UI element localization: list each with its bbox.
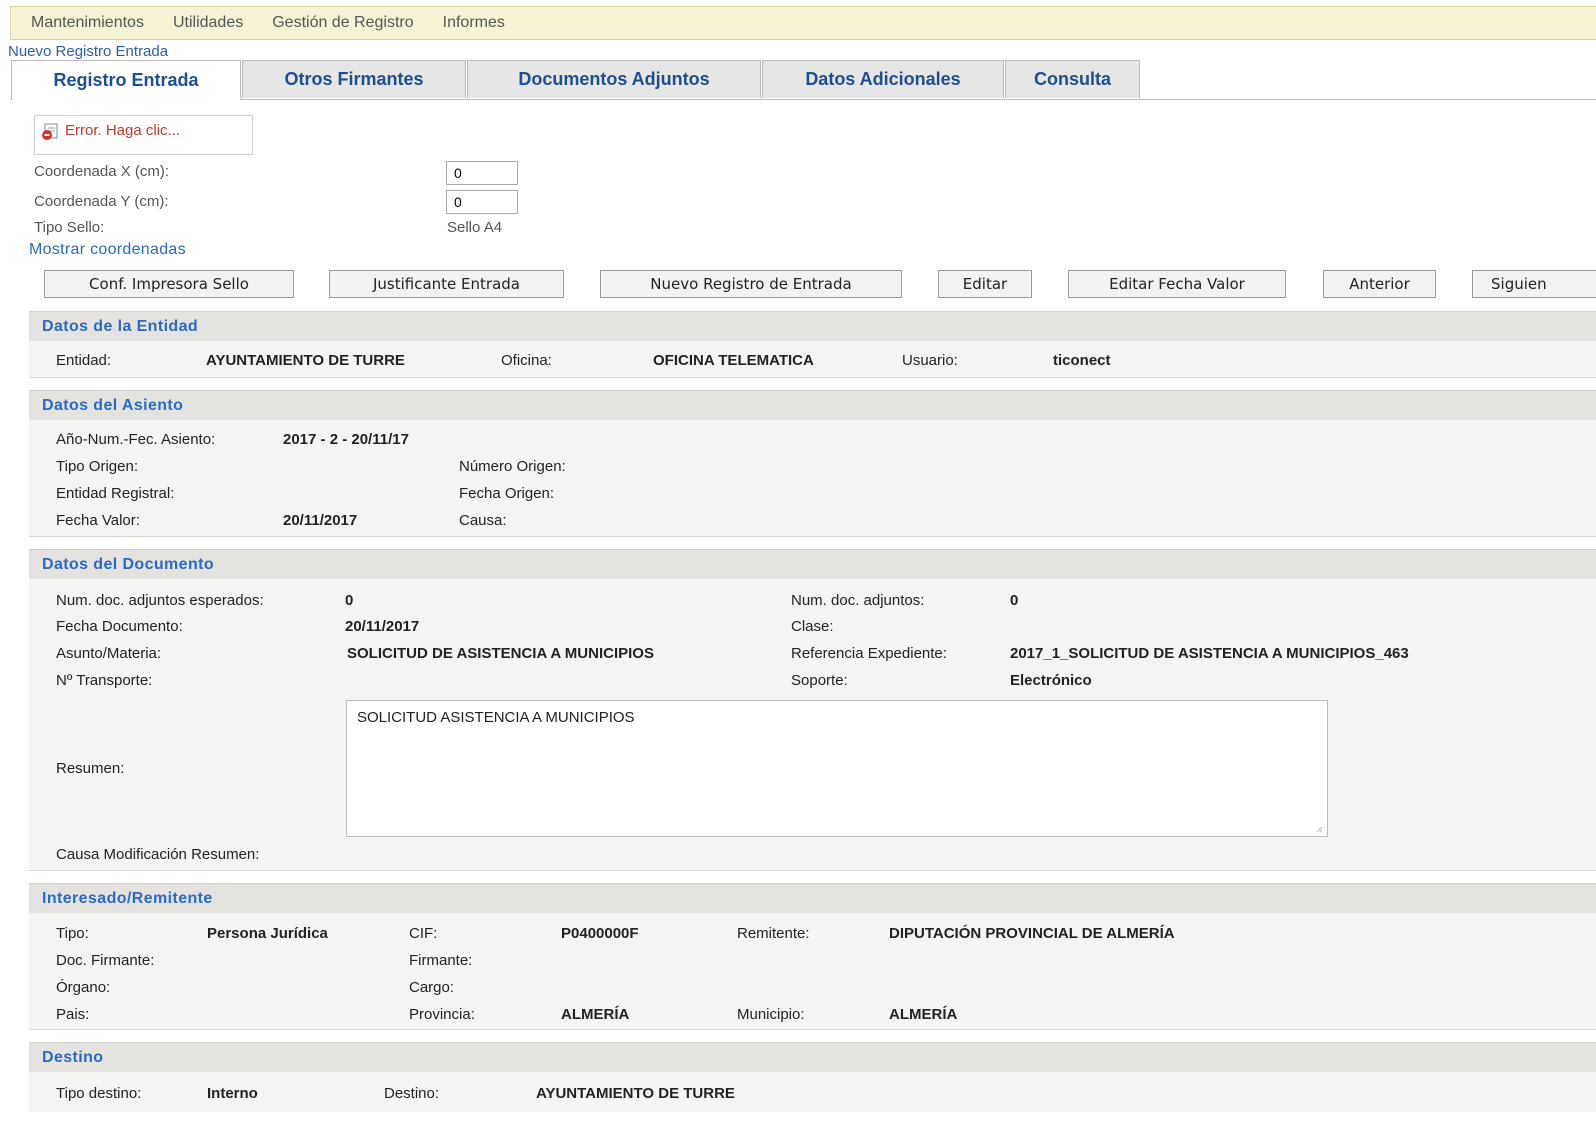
coord-x-input[interactable] [446, 161, 518, 185]
cif-label: CIF: [409, 925, 438, 942]
show-coords-link[interactable]: Mostrar coordenadas [29, 241, 186, 259]
conf-impresora-sello-button[interactable]: Conf. Impresora Sello [44, 270, 294, 298]
entidad-label: Entidad: [56, 352, 112, 369]
section-asiento-header: Datos del Asiento [29, 390, 1596, 420]
clase-label: Clase: [791, 618, 834, 635]
error-text: Error. Haga clic... [65, 122, 181, 139]
nuevo-registro-button[interactable]: Nuevo Registro de Entrada [600, 270, 902, 298]
menu-bar: Mantenimientos Utilidades Gestión de Reg… [10, 6, 1596, 40]
destino-value: AYUNTAMIENTO DE TURRE [536, 1085, 735, 1102]
fecha-valor-label: Fecha Valor: [56, 512, 140, 529]
fecha-documento-label: Fecha Documento: [56, 618, 183, 635]
tipo-destino-label: Tipo destino: [56, 1085, 142, 1102]
section-destino-header: Destino [29, 1042, 1596, 1072]
tipo-interesado-label: Tipo: [56, 925, 89, 942]
anio-label: Año-Num.-Fec. Asiento: [56, 431, 216, 448]
remitente-value: DIPUTACIÓN PROVINCIAL DE ALMERÍA [889, 925, 1175, 942]
provincia-value: ALMERÍA [561, 1006, 630, 1023]
num-adjuntos-value: 0 [1010, 592, 1019, 609]
tipo-sello-label: Tipo Sello: [34, 219, 105, 236]
entidad-value: AYUNTAMIENTO DE TURRE [206, 352, 405, 369]
asunto-label: Asunto/Materia: [56, 645, 162, 662]
referencia-label: Referencia Expediente: [791, 645, 947, 662]
municipio-label: Municipio: [737, 1006, 805, 1023]
siguiente-button[interactable]: Siguien [1472, 270, 1596, 298]
causa-modificacion-label: Causa Modificación Resumen: [56, 846, 260, 863]
fecha-origen-label: Fecha Origen: [459, 485, 555, 502]
section-entidad-header: Datos de la Entidad [29, 311, 1596, 341]
editar-button[interactable]: Editar [938, 270, 1032, 298]
entidad-registral-label: Entidad Registral: [56, 485, 175, 502]
cargo-label: Cargo: [409, 979, 455, 996]
coord-y-input[interactable] [446, 190, 518, 214]
resumen-text: SOLICITUD ASISTENCIA A MUNICIPIOS [357, 709, 635, 726]
resize-grip-icon[interactable] [1315, 825, 1323, 833]
resumen-textarea[interactable]: SOLICITUD ASISTENCIA A MUNICIPIOS [346, 700, 1328, 837]
causa-label: Causa: [459, 512, 507, 529]
destino-label: Destino: [384, 1085, 440, 1102]
num-adjuntos-label: Num. doc. adjuntos: [791, 592, 925, 609]
doc-firmante-label: Doc. Firmante: [56, 952, 155, 969]
coord-x-label: Coordenada X (cm): [34, 163, 170, 180]
section-entidad-body: Entidad: AYUNTAMIENTO DE TURRE Oficina: … [29, 341, 1596, 378]
section-destino-body: Tipo destino: Interno Destino: AYUNTAMIE… [29, 1072, 1596, 1112]
section-interesado-header: Interesado/Remitente [29, 883, 1596, 913]
numero-origen-label: Número Origen: [459, 458, 566, 475]
editar-fecha-valor-button[interactable]: Editar Fecha Valor [1068, 270, 1286, 298]
anterior-button[interactable]: Anterior [1323, 270, 1436, 298]
resumen-label: Resumen: [56, 760, 125, 777]
num-esperados-value: 0 [345, 592, 354, 609]
soporte-label: Soporte: [791, 672, 848, 689]
justificante-entrada-button[interactable]: Justificante Entrada [329, 270, 564, 298]
tab-otros-firmantes[interactable]: Otros Firmantes [242, 60, 466, 98]
transporte-label: Nº Transporte: [56, 672, 153, 689]
menu-item-gestion-registro[interactable]: Gestión de Registro [272, 14, 413, 32]
section-interesado-body: Tipo: Persona Jurídica CIF: P0400000F Re… [29, 913, 1596, 1030]
menu-item-mantenimientos[interactable]: Mantenimientos [31, 14, 144, 32]
provincia-label: Provincia: [409, 1006, 475, 1023]
tab-consulta[interactable]: Consulta [1005, 60, 1140, 98]
oficina-value: OFICINA TELEMATICA [653, 352, 814, 369]
fecha-documento-value: 20/11/2017 [345, 618, 420, 635]
tipo-destino-value: Interno [207, 1085, 258, 1102]
asunto-value: SOLICITUD DE ASISTENCIA A MUNICIPIOS [347, 645, 654, 662]
section-documento-header: Datos del Documento [29, 549, 1596, 579]
referencia-value: 2017_1_SOLICITUD DE ASISTENCIA A MUNICIP… [1010, 645, 1409, 662]
tab-registro-entrada[interactable]: Registro Entrada [11, 60, 241, 100]
pais-label: Pais: [56, 1006, 90, 1023]
municipio-value: ALMERÍA [889, 1006, 958, 1023]
tipo-interesado-value: Persona Jurídica [207, 925, 328, 942]
error-box[interactable]: Error. Haga clic... [34, 115, 253, 155]
coord-y-label: Coordenada Y (cm): [34, 193, 169, 210]
menu-item-informes[interactable]: Informes [443, 14, 505, 32]
breadcrumb: Nuevo Registro Entrada [8, 43, 169, 60]
fecha-valor-value: 20/11/2017 [283, 512, 358, 529]
remitente-label: Remitente: [737, 925, 810, 942]
menu-item-utilidades[interactable]: Utilidades [173, 14, 243, 32]
error-document-icon [41, 123, 58, 140]
firmante-label: Firmante: [409, 952, 473, 969]
cif-value: P0400000F [561, 925, 639, 942]
section-asiento-body: Año-Num.-Fec. Asiento: 2017 - 2 - 20/11/… [29, 420, 1596, 537]
usuario-label: Usuario: [902, 352, 958, 369]
tipo-sello-value: Sello A4 [447, 219, 503, 236]
tab-datos-adicionales[interactable]: Datos Adicionales [762, 60, 1004, 98]
anio-value: 2017 - 2 - 20/11/17 [283, 431, 409, 448]
tab-documentos-adjuntos[interactable]: Documentos Adjuntos [467, 60, 761, 98]
usuario-value: ticonect [1053, 352, 1111, 369]
soporte-value: Electrónico [1010, 672, 1092, 689]
organo-label: Órgano: [56, 979, 111, 996]
num-esperados-label: Num. doc. adjuntos esperados: [56, 592, 264, 609]
oficina-label: Oficina: [501, 352, 552, 369]
tipo-origen-label: Tipo Origen: [56, 458, 138, 475]
tab-bar: Registro Entrada Otros Firmantes Documen… [10, 60, 1596, 100]
